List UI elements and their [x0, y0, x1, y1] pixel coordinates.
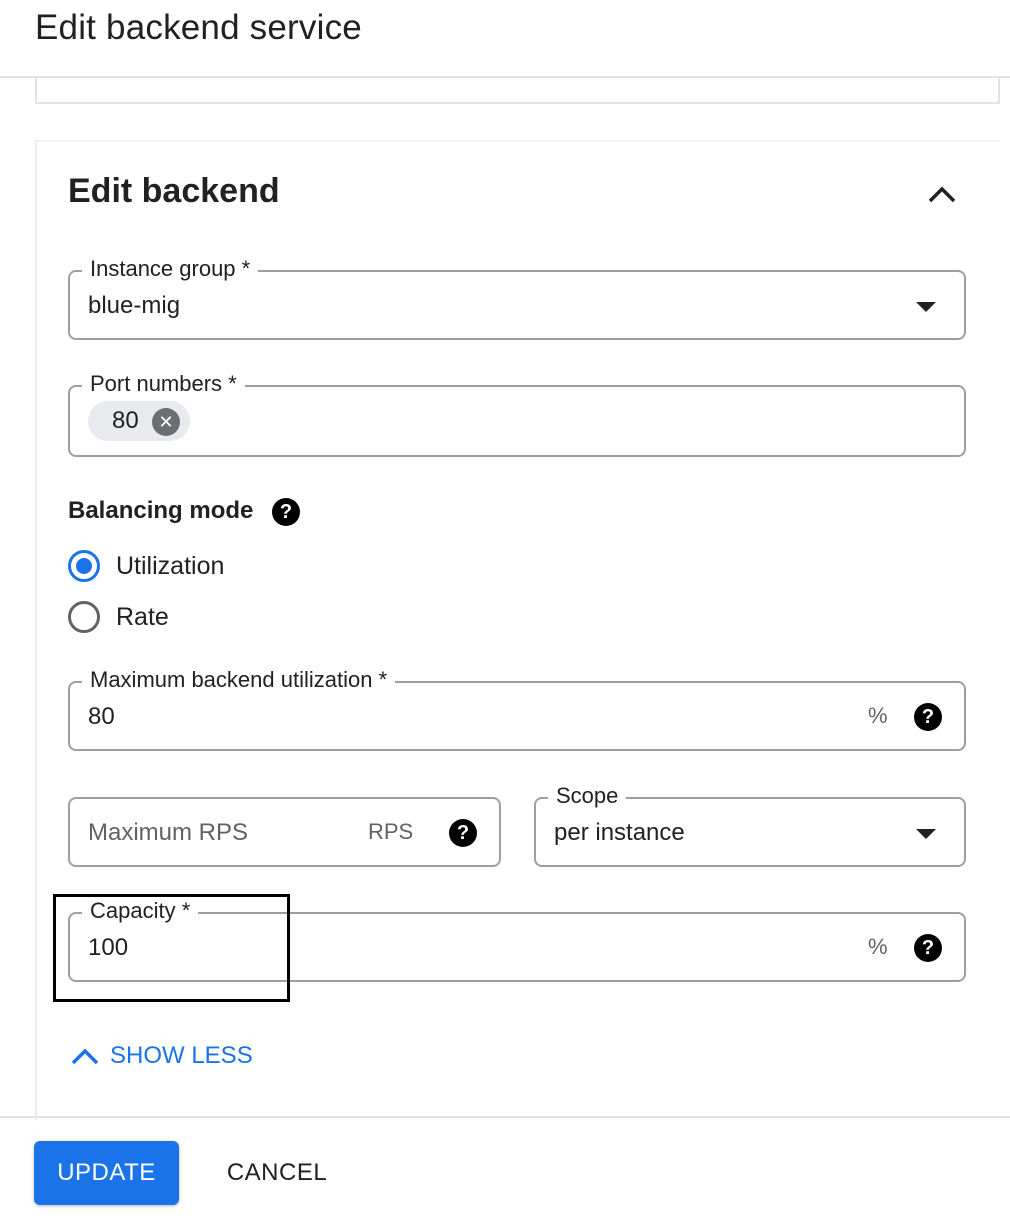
arrow-drop-down-icon — [916, 302, 936, 312]
edit-backend-service-page: Edit backend service Edit backend Instan… — [0, 0, 1010, 1218]
highlight-box — [53, 894, 290, 1002]
radio-button-checked-icon[interactable] — [68, 550, 100, 582]
port-numbers-label: Port numbers * — [82, 370, 245, 398]
help-circle-icon[interactable]: ? — [914, 934, 942, 962]
balancing-mode-text: Balancing mode — [68, 497, 254, 524]
help-circle-icon[interactable]: ? — [449, 819, 477, 847]
max-utilization-label: Maximum backend utilization * — [82, 666, 396, 694]
instance-group-label: Instance group * — [82, 255, 259, 283]
max-rps-field[interactable]: Maximum RPS RPS ? — [68, 797, 501, 867]
port-chip-label: 80 — [112, 407, 139, 434]
rps-suffix: RPS — [368, 819, 414, 844]
card-title: Edit backend — [68, 172, 280, 210]
previous-section-card — [35, 78, 1000, 104]
show-less-link[interactable]: SHOW LESS — [70, 1038, 253, 1074]
chevron-up-icon — [71, 1048, 99, 1065]
radio-button-unchecked-icon[interactable] — [68, 601, 100, 633]
page-header: Edit backend service — [0, 0, 1010, 78]
port-numbers-field[interactable]: Port numbers * 80 ✕ — [68, 370, 966, 457]
scope-label: Scope — [548, 782, 627, 810]
max-utilization-value: 80 — [88, 703, 115, 730]
chevron-up-icon — [928, 186, 956, 203]
radio-utilization[interactable]: Utilization — [68, 549, 224, 583]
help-circle-icon[interactable]: ? — [272, 498, 300, 526]
cancel-circle-icon[interactable]: ✕ — [152, 408, 180, 436]
help-circle-icon[interactable]: ? — [914, 703, 942, 731]
instance-group-select[interactable]: Instance group * blue-mig — [68, 255, 966, 340]
instance-group-value: blue-mig — [88, 292, 181, 319]
percent-suffix: % — [868, 934, 888, 959]
port-chip: 80 ✕ — [88, 401, 190, 441]
radio-rate[interactable]: Rate — [68, 600, 169, 634]
collapse-button[interactable] — [918, 170, 966, 218]
page-title: Edit backend service — [35, 8, 362, 47]
percent-suffix: % — [868, 703, 888, 728]
radio-utilization-label: Utilization — [116, 551, 225, 580]
cancel-button[interactable]: CANCEL — [212, 1141, 342, 1205]
scope-value: per instance — [554, 819, 685, 846]
update-button[interactable]: UPDATE — [34, 1141, 179, 1205]
arrow-drop-down-icon — [916, 829, 936, 839]
radio-rate-label: Rate — [116, 602, 169, 631]
show-less-label: SHOW LESS — [110, 1042, 253, 1069]
balancing-mode-label: Balancing mode — [68, 497, 253, 525]
max-utilization-field[interactable]: Maximum backend utilization * 80 % ? — [68, 666, 966, 751]
max-rps-placeholder: Maximum RPS — [88, 819, 249, 846]
scope-select[interactable]: Scope per instance — [534, 782, 966, 867]
